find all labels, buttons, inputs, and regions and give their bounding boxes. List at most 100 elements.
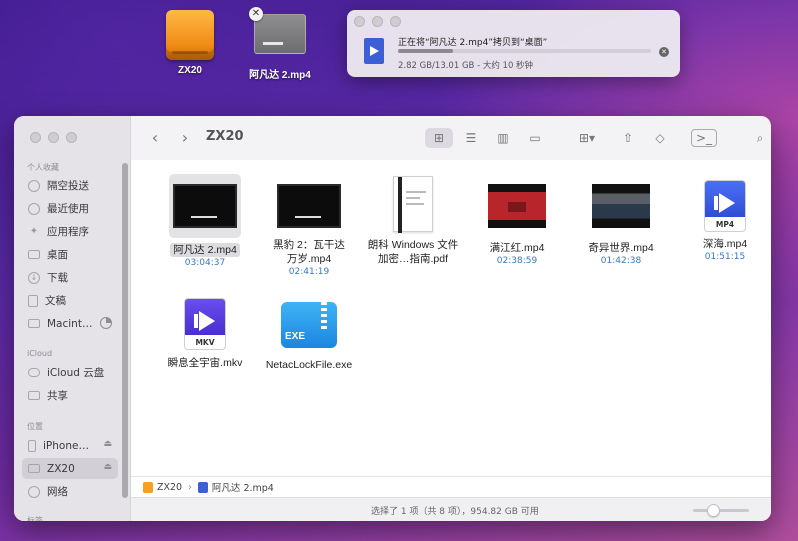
sidebar-item-recents[interactable]: 最近使用 bbox=[22, 198, 118, 219]
sidebar-scrollbar[interactable] bbox=[122, 163, 128, 498]
close-icon[interactable]: ✕ bbox=[249, 7, 263, 21]
file-name: 阿凡达 2.mp4 bbox=[170, 243, 240, 257]
file-type-label: MKV bbox=[195, 338, 215, 347]
sidebar-item-icloud-drive[interactable]: iCloud 云盘 bbox=[22, 362, 118, 383]
stop-copy-button[interactable]: ✕ bbox=[659, 47, 669, 57]
zoom-window-button[interactable] bbox=[390, 16, 401, 27]
copy-progress-window: 正在将“阿凡达 2.mp4”拷贝到“桌面” ✕ 2.82 GB/13.01 GB… bbox=[347, 10, 680, 77]
desktop-icon bbox=[28, 250, 40, 259]
applications-icon: ✦ bbox=[29, 225, 39, 237]
sidebar-item-label: iCloud 云盘 bbox=[47, 367, 105, 379]
video-thumbnail-icon bbox=[277, 184, 341, 228]
copy-progress-bar bbox=[398, 49, 651, 53]
file-grid: 阿凡达 2.mp4 03:04:37 黑豹 2：瓦干达万岁.mp4 02:41:… bbox=[131, 160, 771, 491]
file-name: 朗科 Windows 文件加密…指南.pdf bbox=[367, 239, 459, 265]
file-item[interactable]: EXE NetacLockFile.exe bbox=[257, 302, 361, 372]
back-button[interactable]: ‹ bbox=[147, 128, 163, 148]
file-item[interactable]: 满江红.mp4 02:38:59 bbox=[465, 184, 569, 266]
sidebar-section-locations: 位置 bbox=[27, 422, 43, 431]
shared-folder-icon bbox=[28, 391, 40, 400]
search-icon[interactable]: ⌕ bbox=[751, 128, 769, 148]
video-thumbnail-icon bbox=[488, 184, 546, 228]
file-duration: 01:51:15 bbox=[704, 252, 746, 262]
airdrop-icon bbox=[28, 179, 40, 192]
sidebar-item-iphone[interactable]: iPhone… ⏏ bbox=[22, 435, 118, 456]
file-item[interactable]: 阿凡达 2.mp4 03:04:37 bbox=[153, 174, 257, 268]
disk-usage-icon bbox=[100, 317, 112, 329]
sidebar-item-label: 应用程序 bbox=[47, 226, 89, 238]
slider-knob[interactable] bbox=[706, 504, 720, 517]
file-name: NetacLockFile.exe bbox=[265, 359, 353, 371]
sidebar: 个人收藏 隔空投送 最近使用 ✦ 应用程序 桌面 ↓ 下载 文稿 Macint… i… bbox=[14, 116, 131, 521]
list-view-button[interactable]: ☰ bbox=[457, 128, 485, 148]
sidebar-section-tags: 标签 bbox=[27, 516, 43, 521]
gallery-view-button[interactable]: ▭ bbox=[521, 128, 549, 148]
file-duration: 02:38:59 bbox=[496, 256, 538, 266]
file-name: 满江红.mp4 bbox=[489, 242, 545, 254]
sidebar-item-label: 文稿 bbox=[45, 295, 66, 307]
file-item[interactable]: 黑豹 2：瓦干达万岁.mp4 02:41:19 bbox=[257, 180, 361, 277]
sidebar-item-desktop[interactable]: 桌面 bbox=[22, 244, 118, 265]
forward-button[interactable]: › bbox=[177, 128, 193, 148]
copy-status-title: 正在将“阿凡达 2.mp4”拷贝到“桌面” bbox=[398, 38, 548, 48]
sidebar-item-macintosh[interactable]: Macint… bbox=[22, 313, 118, 334]
sidebar-item-shared[interactable]: 共享 bbox=[22, 385, 118, 406]
file-duration: 03:04:37 bbox=[184, 258, 226, 268]
sidebar-item-airdrop[interactable]: 隔空投送 bbox=[22, 175, 118, 196]
minimize-window-button[interactable] bbox=[48, 132, 59, 143]
close-window-button[interactable] bbox=[354, 16, 365, 27]
status-text: 选择了 1 项（共 8 项），954.82 GB 可用 bbox=[371, 507, 539, 517]
window-controls bbox=[354, 16, 401, 27]
icon-size-slider[interactable] bbox=[693, 504, 749, 517]
sidebar-item-label: iPhone… bbox=[43, 439, 89, 452]
network-globe-icon bbox=[28, 485, 40, 498]
download-icon: ↓ bbox=[28, 271, 40, 284]
file-name: 深海.mp4 bbox=[702, 238, 748, 250]
file-item[interactable]: 奇异世界.mp4 01:42:38 bbox=[569, 184, 673, 266]
file-name: 奇异世界.mp4 bbox=[588, 242, 654, 254]
video-thumbnail-icon bbox=[592, 184, 650, 228]
sidebar-item-network[interactable]: 网络 bbox=[22, 481, 118, 502]
file-item[interactable]: 朗科 Windows 文件加密…指南.pdf bbox=[361, 176, 465, 266]
window-title: ZX20 bbox=[206, 129, 244, 144]
desktop-item-video[interactable]: ✕ 阿凡达 2.mp4 bbox=[235, 7, 325, 81]
file-type-label: EXE bbox=[285, 331, 306, 342]
zoom-window-button[interactable] bbox=[66, 132, 77, 143]
desktop-item-drive[interactable]: ZX20 bbox=[145, 10, 235, 76]
toolbar: ‹ › ZX20 ⊞ ☰ ▥ ▭ ⊞▾ ⇧ ◇ >_ ⌕ bbox=[131, 116, 771, 160]
sidebar-section-favorites: 个人收藏 bbox=[27, 163, 59, 172]
close-window-button[interactable] bbox=[30, 132, 41, 143]
file-duration: 02:41:19 bbox=[288, 267, 330, 277]
eject-icon[interactable]: ⏏ bbox=[103, 462, 112, 472]
sidebar-item-applications[interactable]: ✦ 应用程序 bbox=[22, 221, 118, 242]
terminal-icon[interactable]: >_ bbox=[691, 129, 717, 147]
sidebar-item-documents[interactable]: 文稿 bbox=[22, 290, 118, 311]
document-icon bbox=[28, 294, 38, 307]
desktop-item-label: 阿凡达 2.mp4 bbox=[249, 70, 311, 81]
file-item[interactable]: MP4 深海.mp4 01:51:15 bbox=[673, 180, 771, 262]
sidebar-item-downloads[interactable]: ↓ 下载 bbox=[22, 267, 118, 288]
column-view-button[interactable]: ▥ bbox=[489, 128, 517, 148]
file-type-label: MP4 bbox=[715, 220, 735, 229]
sidebar-item-zx20[interactable]: ZX20 ⏏ bbox=[22, 458, 118, 479]
external-drive-icon bbox=[28, 464, 40, 473]
status-bar: 选择了 1 项（共 8 项），954.82 GB 可用 bbox=[131, 497, 771, 521]
desktop-item-label: ZX20 bbox=[178, 65, 202, 76]
eject-icon[interactable]: ⏏ bbox=[103, 439, 112, 449]
tag-icon[interactable]: ◇ bbox=[649, 128, 671, 148]
video-thumbnail-icon bbox=[173, 184, 237, 228]
path-segment[interactable]: 阿凡达 2.mp4 bbox=[212, 480, 274, 494]
sidebar-item-label: ZX20 bbox=[47, 462, 75, 475]
path-segment[interactable]: ZX20 bbox=[157, 482, 182, 493]
external-drive-icon bbox=[143, 481, 153, 493]
minimize-window-button[interactable] bbox=[372, 16, 383, 27]
file-item[interactable]: MKV 瞬息全宇宙.mkv bbox=[153, 298, 257, 370]
sidebar-item-label: 最近使用 bbox=[47, 203, 89, 215]
cloud-icon bbox=[28, 368, 40, 377]
sidebar-item-label: 桌面 bbox=[47, 249, 68, 261]
group-by-button[interactable]: ⊞▾ bbox=[571, 128, 603, 148]
file-name: 黑豹 2：瓦干达万岁.mp4 bbox=[273, 239, 345, 265]
icon-view-button[interactable]: ⊞ bbox=[425, 128, 453, 148]
share-icon[interactable]: ⇧ bbox=[617, 128, 639, 148]
window-controls bbox=[30, 132, 77, 143]
